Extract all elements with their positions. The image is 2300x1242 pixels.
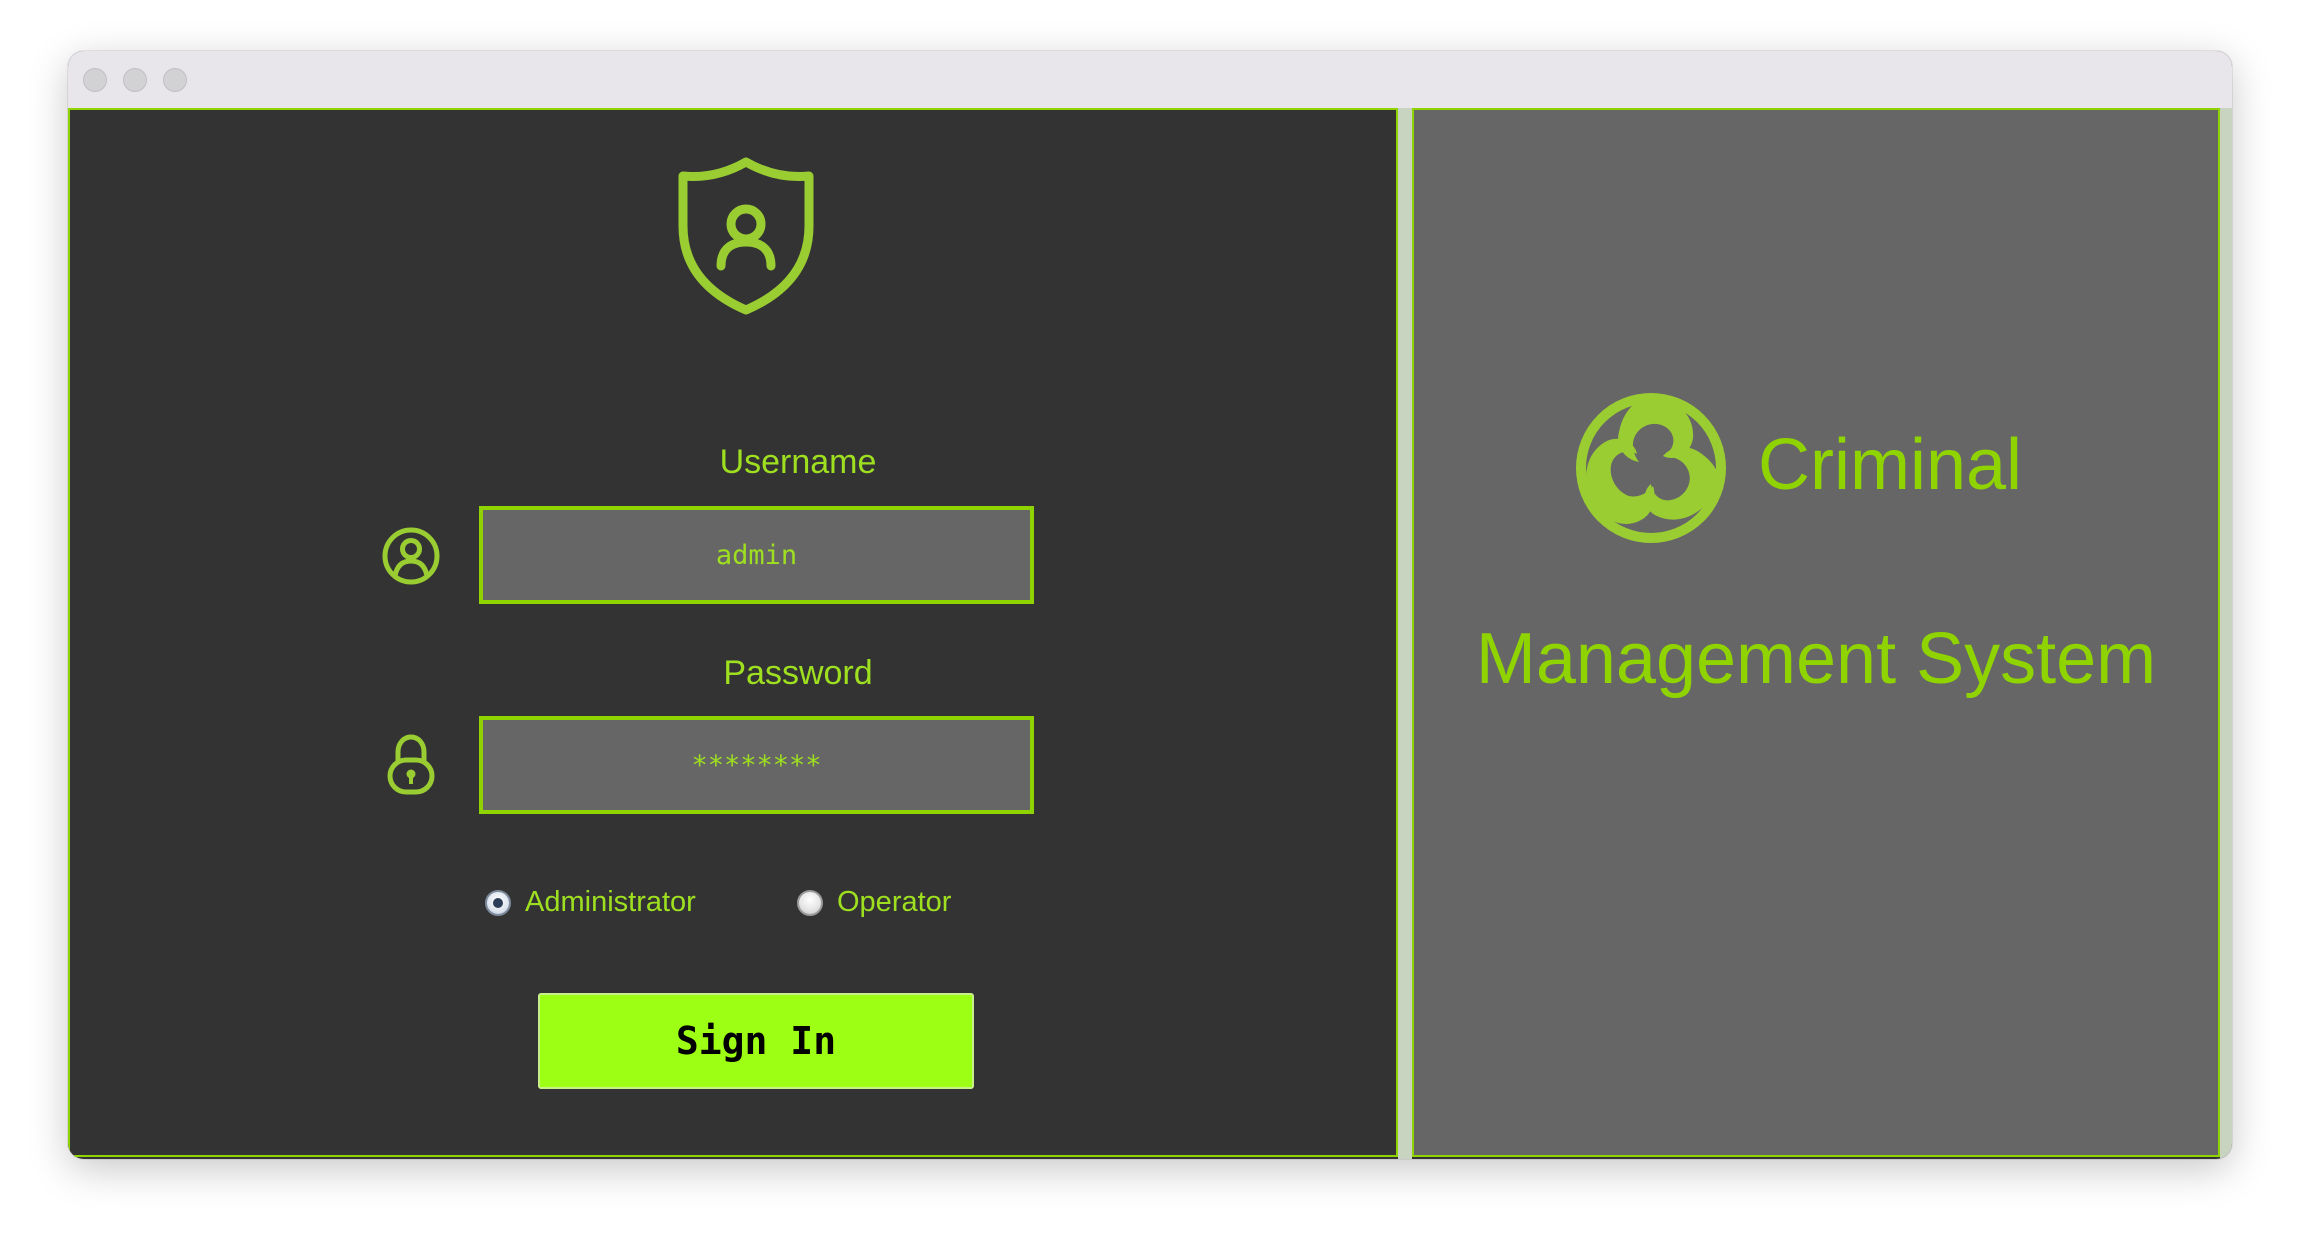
close-window-button[interactable] (83, 68, 107, 92)
username-label: Username (719, 443, 877, 481)
app-window: Username Password Administrator Operator… (68, 51, 2232, 1159)
administrator-radio[interactable]: Administrator (485, 886, 696, 919)
sign-in-button[interactable]: Sign In (538, 993, 974, 1089)
triskelion-logo-icon (1576, 393, 1726, 543)
minimize-window-button[interactable] (123, 68, 147, 92)
radio-unselected-icon (797, 889, 823, 916)
brand-title-line1: Criminal (1758, 425, 2023, 505)
user-circle-icon (382, 527, 440, 585)
brand-title-line2: Management System (1475, 619, 2157, 699)
shield-user-icon (678, 157, 814, 315)
password-label: Password (723, 654, 873, 692)
right-edge-strip (2220, 108, 2232, 1159)
username-input[interactable] (479, 506, 1034, 604)
panel-divider (1398, 108, 1412, 1159)
operator-radio[interactable]: Operator (797, 886, 951, 919)
title-bar (68, 51, 2232, 109)
administrator-label: Administrator (525, 886, 696, 918)
password-input[interactable] (479, 716, 1034, 814)
operator-label: Operator (837, 886, 952, 918)
window-content: Username Password Administrator Operator… (68, 108, 2232, 1159)
zoom-window-button[interactable] (163, 68, 187, 92)
padlock-icon (387, 734, 435, 795)
radio-selected-icon (485, 889, 511, 916)
